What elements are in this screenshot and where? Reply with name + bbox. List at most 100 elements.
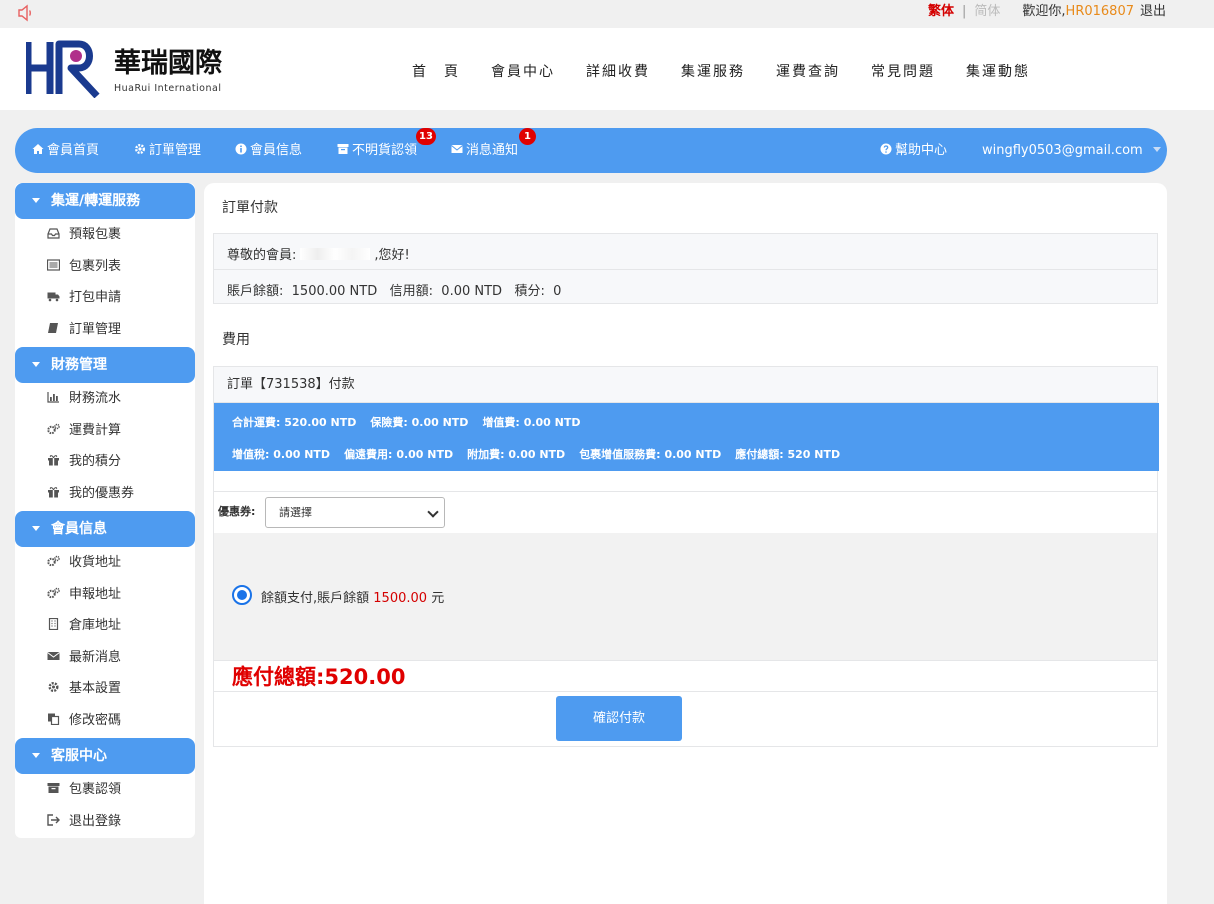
divider: [214, 269, 1157, 270]
sidebar-item-label: 我的積分: [69, 454, 122, 469]
nav-member-center[interactable]: 會員中心: [491, 61, 555, 81]
sidebar-item-label: 基本設置: [69, 681, 122, 696]
truck-icon: [47, 292, 60, 302]
credit-value: 0.00 NTD: [441, 284, 503, 299]
fee-vat: 增值稅: 0.00 NTD: [232, 448, 331, 461]
sidebar-item-my-coupons[interactable]: 我的優惠券: [47, 484, 134, 504]
list-icon: [47, 259, 60, 271]
info-icon: [235, 143, 247, 155]
fee-total-payable: 應付總額: 520 NTD: [735, 448, 841, 461]
sidebar-item-my-points[interactable]: 我的積分: [47, 452, 121, 472]
logout-link[interactable]: 退出: [1140, 4, 1166, 19]
help-center-link[interactable]: 幫助中心: [880, 142, 947, 159]
coupon-selected-value: 請選擇: [279, 506, 312, 519]
unclaimed-count-badge: 13: [416, 128, 436, 145]
unclaimed-goods-link[interactable]: 不明貨認領: [337, 142, 417, 159]
sidebar-item-label: 修改密碼: [69, 713, 122, 728]
messages-count-badge: 1: [519, 128, 536, 145]
sidebar-item-change-password[interactable]: 修改密碼: [47, 711, 121, 731]
sidebar-item-package-list[interactable]: 包裹列表: [47, 257, 121, 277]
sidebar-item-sign-out[interactable]: 退出登錄: [47, 812, 121, 832]
sidebar-item-packing-request[interactable]: 打包申請: [47, 288, 121, 308]
pay-option-amount: 1500.00: [373, 591, 428, 606]
bar-chart-icon: [47, 392, 59, 403]
order-header: 訂單【731538】付款: [214, 367, 1157, 403]
sidebar-item-forecast-package[interactable]: 預報包裹: [47, 225, 121, 245]
sidebar-item-warehouse-address[interactable]: 倉庫地址: [47, 616, 121, 636]
sidebar-item-latest-news[interactable]: 最新消息: [47, 648, 121, 668]
member-name-blurred: [300, 248, 371, 260]
nav-news[interactable]: 集運動態: [966, 61, 1030, 81]
sidebar-item-order-management[interactable]: 訂單管理: [47, 320, 121, 340]
gear-icon: [48, 682, 59, 692]
nav-shipping-query[interactable]: 運費查詢: [776, 61, 840, 81]
nav-pricing[interactable]: 詳細收費: [586, 61, 650, 81]
chevron-down-icon: [427, 506, 439, 518]
total-label: 應付總額:: [232, 665, 325, 689]
divider: [214, 691, 1157, 692]
sidebar-item-basic-settings[interactable]: 基本設置: [47, 679, 121, 699]
balance-pay-radio[interactable]: [232, 585, 252, 605]
sidebar-item-label: 預報包裹: [69, 227, 122, 242]
sidebar-section-finance[interactable]: 財務管理: [15, 347, 195, 383]
speaker-icon[interactable]: [16, 3, 36, 23]
fee-insurance: 保險費: 0.00 NTD: [370, 416, 469, 429]
user-id[interactable]: HR016807: [1066, 4, 1134, 19]
balance-pay-label[interactable]: 餘額支付,賬戶餘額 1500.00 元: [261, 587, 444, 606]
sidebar-item-finance-flow[interactable]: 財務流水: [47, 389, 121, 409]
help-center-label: 幫助中心: [895, 143, 948, 158]
greeting-suffix: ,您好!: [374, 248, 410, 263]
top-bar: 繁体 | 简体 歡迎你,HR016807 退出: [0, 0, 1214, 28]
account-email: wingfly0503@gmail.com: [982, 143, 1143, 158]
nav-home[interactable]: 首 頁: [412, 61, 460, 81]
sidebar-item-package-claim[interactable]: 包裹認領: [47, 780, 121, 800]
sidebar-section-customer-service[interactable]: 客服中心: [15, 738, 195, 774]
sidebar-item-shipping-address[interactable]: 收貨地址: [47, 553, 121, 573]
sidebar-item-label: 財務流水: [69, 391, 122, 406]
sidebar-item-label: 打包申請: [69, 290, 122, 305]
envelope-icon: [451, 145, 463, 153]
cogs-icon: [47, 423, 60, 435]
nav-services[interactable]: 集運服務: [681, 61, 745, 81]
sidebar-item-label: 退出登錄: [69, 814, 122, 829]
lang-separator: |: [962, 4, 967, 19]
order-management-label: 訂單管理: [149, 143, 202, 158]
member-home-link[interactable]: 會員首頁: [32, 142, 99, 159]
points-value: 0: [553, 284, 562, 299]
payment-options: 餘額支付,賬戶餘額 1500.00 元: [214, 533, 1157, 660]
sidebar-item-label: 我的優惠券: [69, 486, 135, 501]
messages-label: 消息通知: [466, 143, 519, 158]
sidebar-item-label: 收貨地址: [69, 555, 122, 570]
order-management-link[interactable]: 訂單管理: [134, 142, 201, 159]
pay-option-prefix: 餘額支付,賬戶餘額: [261, 591, 370, 606]
cogs-icon: [47, 587, 60, 599]
greeting-row: 尊敬的會員: ,您好!: [227, 244, 410, 263]
sidebar-item-declare-address[interactable]: 申報地址: [47, 585, 121, 605]
unclaimed-goods-label: 不明貨認領: [352, 143, 418, 158]
fee-remote: 偏遠費用: 0.00 NTD: [344, 448, 454, 461]
gift-icon: [48, 455, 59, 466]
confirm-payment-button[interactable]: 確認付款: [556, 696, 682, 741]
coupon-select[interactable]: 請選擇: [265, 497, 445, 528]
nav-faq[interactable]: 常見問題: [871, 61, 935, 81]
member-home-label: 會員首頁: [47, 143, 100, 158]
sidebar-section-member-info[interactable]: 會員信息: [15, 511, 195, 547]
member-info-label: 會員信息: [250, 143, 303, 158]
huarui-logo[interactable]: 華瑞國際 HuaRui International: [26, 38, 241, 98]
lang-simplified-link[interactable]: 简体: [974, 4, 1000, 19]
member-info-link[interactable]: 會員信息: [235, 142, 302, 159]
sidebar-item-freight-calc[interactable]: 運費計算: [47, 421, 121, 441]
account-dropdown[interactable]: wingfly0503@gmail.com: [982, 142, 1161, 159]
gear-icon: [135, 144, 145, 154]
total-payable: 應付總額:520.00: [232, 661, 405, 691]
fee-package-service: 包裹增值服務費: 0.00 NTD: [579, 448, 722, 461]
sidebar-section-shipping[interactable]: 集運/轉運服務: [15, 183, 195, 219]
inbox-icon: [47, 228, 60, 239]
messages-link[interactable]: 消息通知: [451, 142, 518, 159]
envelope-icon: [47, 652, 60, 660]
order-payment-box: 訂單【731538】付款 合計運費: 520.00 NTD 保險費: 0.00 N…: [213, 366, 1159, 747]
lang-traditional-link[interactable]: 繁体: [928, 4, 954, 19]
sidebar-item-label: 申報地址: [69, 587, 122, 602]
sign-out-icon: [47, 814, 60, 826]
fee-section-title: 費用: [222, 332, 250, 348]
